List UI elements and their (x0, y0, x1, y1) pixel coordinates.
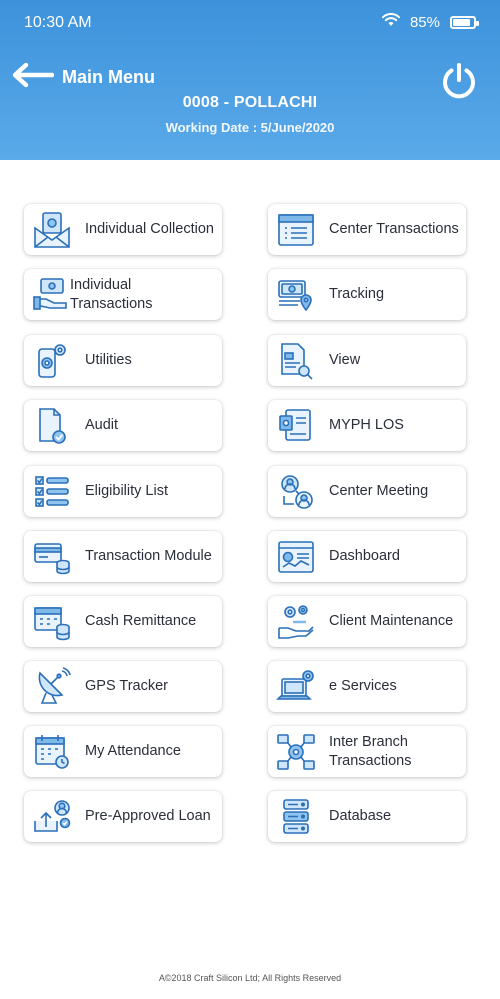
menu-label: Database (329, 808, 392, 824)
back-arrow-icon (12, 62, 55, 93)
status-bar: 10:30 AM 85% (0, 0, 500, 46)
menu-myph-los[interactable]: MYPH LOS (268, 400, 466, 451)
menu-label: Inter Branch Transactions (329, 733, 460, 771)
menu-transaction-module[interactable]: Transaction Module (24, 531, 222, 582)
back-button-label: Main Menu (62, 67, 155, 87)
menu-view[interactable]: View (268, 335, 466, 386)
calendar-clock-icon (32, 732, 72, 772)
status-time: 10:30 AM (24, 14, 92, 31)
copyright-footer: A©2018 Craft Silicon Ltd; All Rights Res… (158, 973, 342, 983)
menu-label: Dashboard (329, 548, 400, 564)
menu-database[interactable]: Database (268, 791, 466, 842)
phone-gear-icon (32, 341, 72, 381)
menu-my-attendance[interactable]: My Attendance (24, 726, 222, 777)
menu-individual-transactions[interactable]: Individual Transactions (24, 269, 222, 320)
battery-icon (450, 15, 479, 29)
menu-label: GPS Tracker (85, 678, 168, 694)
menu-tracking[interactable]: Tracking (268, 269, 466, 320)
menu-label-line-2: Transactions (329, 752, 412, 769)
menu-label: Center Meeting (329, 483, 429, 499)
cash-location-icon (276, 275, 316, 315)
branch-title: 0008 - POLLACHI (182, 94, 318, 111)
menu-label: Individual Transactions (70, 276, 153, 312)
menu-label-line-1: Inter Branch (329, 733, 408, 750)
menu-inter-branch-transactions[interactable]: Inter Branch Transactions (268, 726, 466, 777)
hand-gears-icon (276, 602, 316, 642)
satellite-dish-icon (32, 667, 72, 707)
wifi-icon (381, 13, 400, 31)
menu-pre-approved-loan[interactable]: Pre-Approved Loan (24, 791, 222, 842)
menu-center-meeting[interactable]: Center Meeting (268, 466, 466, 517)
loan-form-icon (276, 406, 316, 446)
group-users-icon (276, 472, 316, 512)
laptop-gear-icon (276, 667, 316, 707)
menu-cash-remittance[interactable]: Cash Remittance (24, 596, 222, 647)
calendar-coins-icon (32, 602, 72, 642)
menu-dashboard[interactable]: Dashboard (268, 531, 466, 582)
menu-label: My Attendance (85, 743, 181, 759)
document-check-icon (32, 406, 72, 446)
menu-label: Tracking (329, 286, 385, 302)
hand-cash-icon (32, 275, 72, 315)
menu-label: View (329, 352, 361, 368)
network-transfer-icon (276, 732, 316, 772)
menu-center-transactions[interactable]: Center Transactions (268, 204, 466, 255)
money-envelope-icon (32, 210, 72, 250)
app-header: 10:30 AM 85% Main Menu 0008 - POLLACHI W… (0, 0, 500, 160)
back-button[interactable]: Main Menu (12, 62, 155, 93)
menu-gps-tracker[interactable]: GPS Tracker (24, 661, 222, 712)
battery-fill (453, 18, 470, 26)
document-search-icon (276, 341, 316, 381)
dashboard-chart-icon (276, 537, 316, 577)
menu-label: Utilities (85, 352, 132, 368)
server-rack-icon (276, 797, 316, 837)
menu-individual-collection[interactable]: Individual Collection (24, 204, 222, 255)
menu-label: MYPH LOS (329, 417, 404, 433)
menu-eligibility-list[interactable]: Eligibility List (24, 466, 222, 517)
working-date: Working Date : 5/June/2020 (165, 120, 335, 135)
menu-e-services[interactable]: e Services (268, 661, 466, 712)
menu-label: Transaction Module (85, 548, 212, 564)
menu-label: Audit (85, 417, 119, 433)
menu-label: Pre-Approved Loan (85, 808, 211, 824)
menu-label: Cash Remittance (85, 613, 197, 629)
status-indicators: 85% (381, 13, 479, 31)
menu-client-maintenance[interactable]: Client Maintenance (268, 596, 466, 647)
menu-utilities[interactable]: Utilities (24, 335, 222, 386)
menu-label: Client Maintenance (329, 613, 454, 629)
checklist-icon (32, 472, 72, 512)
battery-percent: 85% (409, 13, 440, 31)
cards-coins-icon (32, 537, 72, 577)
menu-label: Eligibility List (85, 483, 168, 499)
menu-label: Individual Collection (85, 221, 214, 237)
menu-label: e Services (329, 678, 397, 694)
ledger-list-icon (276, 210, 316, 250)
menu-audit[interactable]: Audit (24, 400, 222, 451)
menu-label: Center Transactions (329, 221, 459, 237)
user-upload-icon (32, 797, 72, 837)
